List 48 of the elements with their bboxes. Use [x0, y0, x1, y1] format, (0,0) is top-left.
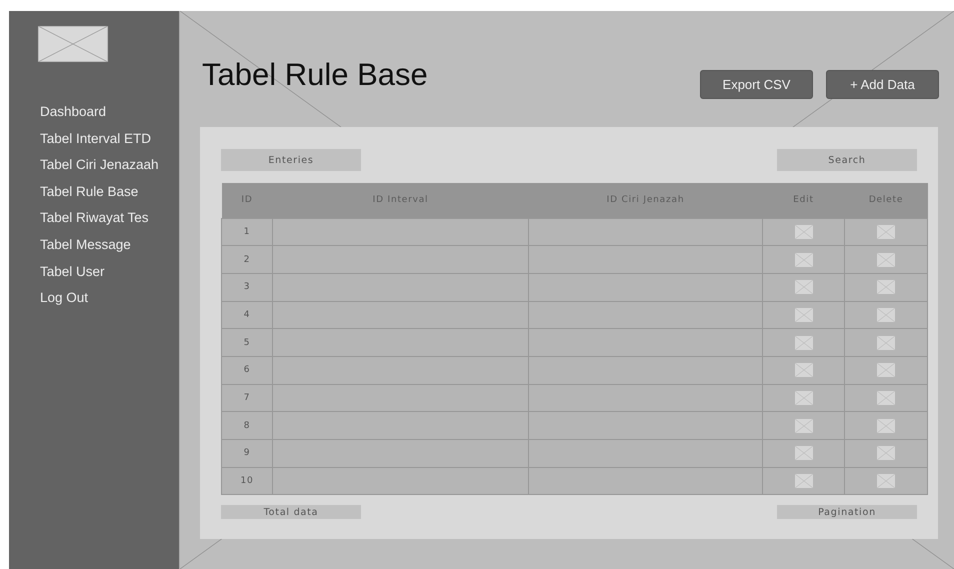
sidebar-item[interactable]: Tabel User	[40, 258, 179, 286]
sidebar-item[interactable]: Tabel Interval ETD	[40, 126, 179, 152]
table-cell: 3	[222, 273, 272, 302]
image-placeholder-icon[interactable]	[877, 280, 895, 294]
table-cell: 9	[222, 440, 272, 468]
column-header: Edit	[762, 183, 844, 218]
entries-field[interactable]: Enteries	[221, 149, 361, 171]
pagination-control[interactable]: Pagination	[777, 505, 917, 520]
image-placeholder-icon[interactable]	[794, 280, 812, 294]
image-placeholder-icon[interactable]	[877, 363, 895, 378]
image-placeholder-icon[interactable]	[794, 308, 812, 322]
logo-placeholder-icon	[38, 26, 108, 62]
image-placeholder-icon[interactable]	[794, 224, 812, 239]
image-placeholder-icon[interactable]	[877, 224, 895, 239]
column-header: ID	[222, 183, 272, 218]
column-header: Delete	[844, 183, 928, 218]
image-placeholder-icon[interactable]	[794, 418, 812, 433]
action-button[interactable]: Export CSV	[700, 70, 813, 99]
sidebar-item[interactable]: Tabel Rule Base	[40, 178, 179, 206]
table-cell: 6	[222, 356, 272, 384]
column-header: ID Ciri Jenazah	[528, 183, 762, 218]
page-title: Tabel Rule Base	[202, 56, 428, 94]
image-placeholder-icon[interactable]	[794, 474, 812, 488]
sidebar-item[interactable]: Log Out	[40, 285, 179, 312]
column-header: ID Interval	[272, 183, 528, 218]
image-placeholder-icon[interactable]	[794, 336, 812, 350]
table-cell: 5	[222, 328, 272, 356]
total-data-label: Total data	[221, 505, 361, 520]
image-placeholder-icon[interactable]	[877, 446, 895, 460]
image-placeholder-icon[interactable]	[877, 418, 895, 433]
sidebar-item[interactable]: Tabel Message	[40, 232, 179, 259]
search-field[interactable]: Search	[777, 149, 917, 171]
image-placeholder-icon[interactable]	[877, 252, 895, 267]
sidebar-item[interactable]: Tabel Ciri Jenazaah	[40, 152, 179, 179]
image-placeholder-icon[interactable]	[794, 390, 812, 405]
table-cell: 1	[222, 218, 272, 246]
image-placeholder-icon[interactable]	[794, 446, 812, 460]
image-placeholder-icon[interactable]	[877, 390, 895, 405]
sidebar-item[interactable]: Tabel Riwayat Tes	[40, 205, 179, 232]
sidebar-item[interactable]: Dashboard	[40, 99, 179, 126]
image-placeholder-icon[interactable]	[794, 363, 812, 378]
table-cell: 10	[222, 467, 272, 495]
image-placeholder-icon[interactable]	[877, 336, 895, 350]
image-placeholder-icon[interactable]	[794, 252, 812, 267]
image-placeholder-icon[interactable]	[877, 308, 895, 322]
table-cell: 2	[222, 246, 272, 274]
action-button[interactable]: + Add Data	[826, 70, 939, 99]
image-placeholder-icon[interactable]	[877, 474, 895, 488]
